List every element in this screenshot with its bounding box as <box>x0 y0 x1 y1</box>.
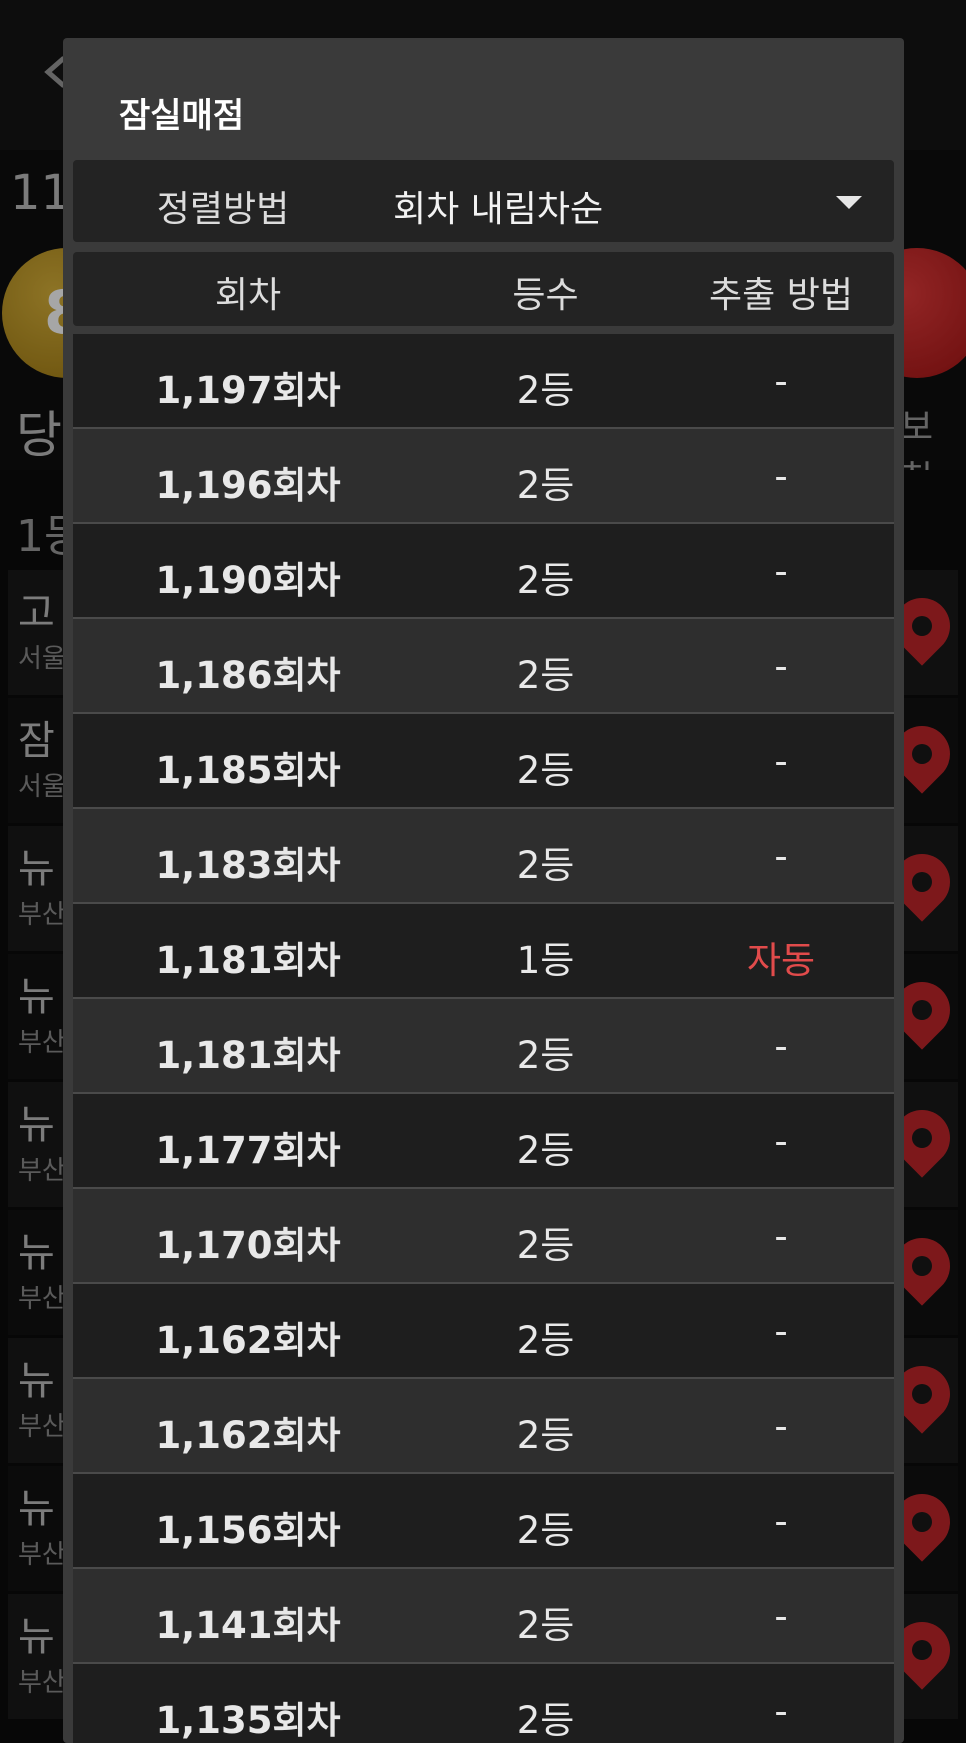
table-header: 회차 등수 추출 방법 <box>73 252 894 326</box>
rank-cell: 2등 <box>516 1699 575 1742</box>
method-cell: - <box>774 1215 788 1258</box>
table-row[interactable]: 1,170회차 2등 - <box>73 1189 894 1284</box>
round-cell: 1,141회차 <box>155 1604 341 1647</box>
method-cell: - <box>774 1120 788 1163</box>
round-cell: 1,162회차 <box>155 1319 341 1362</box>
round-cell: 1,162회차 <box>155 1414 341 1457</box>
method-cell: - <box>774 835 788 878</box>
table-row[interactable]: 1,183회차 2등 - <box>73 809 894 904</box>
method-cell: - <box>774 1500 788 1543</box>
method-cell: - <box>774 455 788 498</box>
round-cell: 1,196회차 <box>155 464 341 507</box>
table-row[interactable]: 1,181회차 1등 자동 <box>73 904 894 999</box>
method-cell: - <box>774 1405 788 1448</box>
sort-label: 정렬방법 <box>156 189 290 230</box>
store-history-dialog: 잠실매점 정렬방법 회차 내림차순 회차 등수 추출 방법 1,197회차 2등 -… <box>63 38 904 1743</box>
method-cell: - <box>774 1595 788 1638</box>
rank-cell: 2등 <box>516 1509 575 1552</box>
rank-cell: 2등 <box>516 559 575 602</box>
table-row[interactable]: 1,177회차 2등 - <box>73 1094 894 1189</box>
table-row[interactable]: 1,156회차 2등 - <box>73 1474 894 1569</box>
dropdown-arrow-icon[interactable] <box>836 196 862 209</box>
dialog-title: 잠실매점 <box>119 96 245 136</box>
rank-cell: 1등 <box>516 939 575 982</box>
rank-cell: 2등 <box>516 1034 575 1077</box>
round-cell: 1,170회차 <box>155 1224 341 1267</box>
round-cell: 1,186회차 <box>155 654 341 697</box>
method-cell: 자동 <box>746 939 816 982</box>
round-cell: 1,135회차 <box>155 1699 341 1742</box>
rank-cell: 2등 <box>516 1129 575 1172</box>
rank-cell: 2등 <box>516 654 575 697</box>
rank-cell: 2등 <box>516 369 575 412</box>
method-cell: - <box>774 550 788 593</box>
table-row[interactable]: 1,190회차 2등 - <box>73 524 894 619</box>
rank-cell: 2등 <box>516 1224 575 1267</box>
rank-cell: 2등 <box>516 1414 575 1457</box>
round-cell: 1,197회차 <box>155 369 341 412</box>
round-cell: 1,177회차 <box>155 1129 341 1172</box>
table-row[interactable]: 1,181회차 2등 - <box>73 999 894 1094</box>
method-cell: - <box>774 360 788 403</box>
rank-cell: 2등 <box>516 1319 575 1362</box>
table-row[interactable]: 1,162회차 2등 - <box>73 1379 894 1474</box>
method-cell: - <box>774 645 788 688</box>
round-cell: 1,183회차 <box>155 844 341 887</box>
rank-cell: 2등 <box>516 844 575 887</box>
column-header-rank: 등수 <box>512 275 579 316</box>
table-row[interactable]: 1,197회차 2등 - <box>73 334 894 429</box>
sort-dropdown[interactable]: 정렬방법 회차 내림차순 <box>73 160 894 242</box>
table-row[interactable]: 1,141회차 2등 - <box>73 1569 894 1664</box>
sort-selected-value[interactable]: 회차 내림차순 <box>393 180 603 232</box>
round-cell: 1,185회차 <box>155 749 341 792</box>
win-history-table: 1,197회차 2등 - 1,196회차 2등 - 1,190회차 2등 - 1,186회차 2등 -… <box>73 334 894 1743</box>
method-cell: - <box>774 1025 788 1068</box>
table-row[interactable]: 1,185회차 2등 - <box>73 714 894 809</box>
table-row[interactable]: 1,186회차 2등 - <box>73 619 894 714</box>
round-cell: 1,181회차 <box>155 1034 341 1077</box>
rank-cell: 2등 <box>516 464 575 507</box>
method-cell: - <box>774 1310 788 1353</box>
table-row[interactable]: 1,135회차 2등 - <box>73 1664 894 1743</box>
round-cell: 1,190회차 <box>155 559 341 602</box>
method-cell: - <box>774 1690 788 1733</box>
column-header-method: 추출 방법 <box>709 275 853 316</box>
rank-cell: 2등 <box>516 749 575 792</box>
round-cell: 1,156회차 <box>155 1509 341 1552</box>
rank-cell: 2등 <box>516 1604 575 1647</box>
round-cell: 1,181회차 <box>155 939 341 982</box>
table-row[interactable]: 1,196회차 2등 - <box>73 429 894 524</box>
screen: 11 8 8 당 보침 1등 고서울잠서울뉴부산뉴부산뉴부산뉴부산뉴부산뉴부산뉴… <box>0 0 966 1743</box>
table-row[interactable]: 1,162회차 2등 - <box>73 1284 894 1379</box>
column-header-round: 회차 <box>214 275 282 316</box>
method-cell: - <box>774 740 788 783</box>
